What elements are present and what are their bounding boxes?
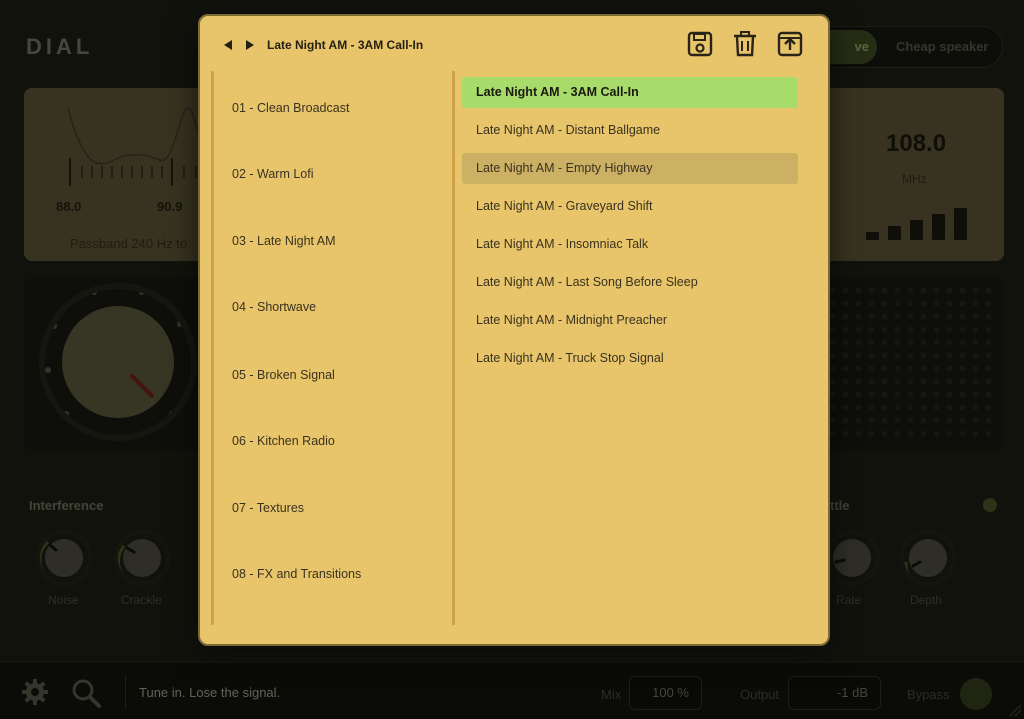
triangle-right-icon[interactable] [243, 36, 257, 54]
preset-item[interactable]: Late Night AM - Insomniac Talk [462, 229, 798, 260]
preset-item[interactable]: Late Night AM - Distant Ballgame [462, 115, 798, 146]
preset-browser-header: Late Night AM - 3AM Call-In [200, 16, 828, 72]
category-item[interactable]: 01 - Clean Broadcast [232, 101, 349, 115]
category-item[interactable]: 05 - Broken Signal [232, 368, 335, 382]
preset-item[interactable]: Late Night AM - Graveyard Shift [462, 191, 798, 222]
category-item[interactable]: 08 - FX and Transitions [232, 567, 361, 581]
category-item[interactable]: 04 - Shortwave [232, 300, 316, 314]
category-list: 01 - Clean Broadcast 02 - Warm Lofi 03 -… [211, 71, 455, 625]
preset-item[interactable]: Late Night AM - Midnight Preacher [462, 305, 798, 336]
preset-item-selected[interactable]: Late Night AM - 3AM Call-In [462, 77, 798, 108]
category-item[interactable]: 07 - Textures [232, 501, 304, 515]
save-icon[interactable] [685, 29, 715, 59]
preset-item[interactable]: Late Night AM - Truck Stop Signal [462, 343, 798, 374]
export-icon[interactable] [775, 29, 805, 59]
triangle-left-icon[interactable] [221, 36, 235, 54]
category-item[interactable]: 06 - Kitchen Radio [232, 434, 335, 448]
trash-icon[interactable] [730, 29, 760, 59]
current-preset-name[interactable]: Late Night AM - 3AM Call-In [267, 38, 423, 52]
category-item[interactable]: 02 - Warm Lofi [232, 167, 314, 181]
preset-item[interactable]: Late Night AM - Last Song Before Sleep [462, 267, 798, 298]
category-item[interactable]: 03 - Late Night AM [232, 234, 336, 248]
preset-browser-modal: Late Night AM - 3AM Call-In 01 - Clean B… [198, 14, 830, 646]
preset-item-hovered[interactable]: Late Night AM - Empty Highway [462, 153, 798, 184]
